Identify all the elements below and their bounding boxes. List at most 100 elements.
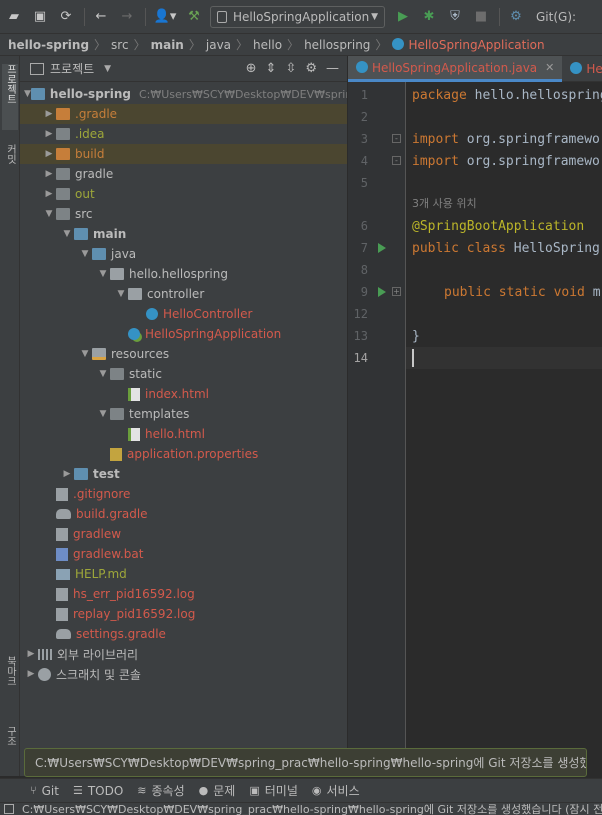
status-message[interactable]: C:₩Users₩SCY₩Desktop₩DEV₩spring_prac₩hel… bbox=[22, 803, 602, 815]
structure-tool-tab[interactable]: 구조 bbox=[2, 726, 18, 766]
fold-marker-icon[interactable]: - bbox=[392, 156, 401, 165]
close-icon[interactable]: ✕ bbox=[545, 61, 554, 74]
run-config-label: HelloSpringApplication bbox=[233, 9, 370, 24]
tree-item-package[interactable]: ▼ hello.hellospring bbox=[20, 264, 347, 284]
tree-item-build[interactable]: ▶ build bbox=[20, 144, 347, 164]
collapse-arrow-icon[interactable]: ▶ bbox=[42, 189, 56, 199]
tree-item-idea[interactable]: ▶ .idea bbox=[20, 124, 347, 144]
collapse-arrow-icon[interactable]: ▶ bbox=[24, 649, 38, 659]
debug-icon[interactable]: ✱ bbox=[419, 7, 439, 27]
collapse-arrow-icon[interactable]: ▶ bbox=[42, 109, 56, 119]
breadcrumb-item-main[interactable]: main bbox=[151, 38, 184, 52]
tree-item-gradlew[interactable]: gradlew bbox=[20, 524, 347, 544]
tree-item-resources[interactable]: ▼ resources bbox=[20, 344, 347, 364]
run-icon[interactable]: ▶ bbox=[393, 7, 413, 27]
expand-arrow-icon[interactable]: ▼ bbox=[78, 349, 92, 359]
fold-marker-icon[interactable]: - bbox=[392, 134, 401, 143]
tree-item-index-html[interactable]: index.html bbox=[20, 384, 347, 404]
tree-item-help-md[interactable]: HELP.md bbox=[20, 564, 347, 584]
locate-icon[interactable]: ⊕ bbox=[246, 61, 257, 76]
commit-tool-tab[interactable]: 커밋 bbox=[2, 144, 18, 184]
settings-gear-icon[interactable]: ⚙ bbox=[305, 61, 317, 76]
git-tool-button[interactable]: ⑂ Git bbox=[30, 784, 59, 798]
build-hammer-icon[interactable]: ⚒ bbox=[184, 7, 204, 27]
tree-item-application-properties[interactable]: application.properties bbox=[20, 444, 347, 464]
problems-tool-button[interactable]: ● 문제 bbox=[199, 782, 236, 799]
user-dropdown-icon[interactable]: 👤▾ bbox=[152, 7, 178, 27]
forward-icon[interactable]: → bbox=[117, 7, 137, 27]
vcs-update-icon[interactable]: ⚙ bbox=[506, 7, 526, 27]
tree-item-hs-err-log[interactable]: hs_err_pid16592.log bbox=[20, 584, 347, 604]
expand-arrow-icon[interactable]: ▼ bbox=[96, 269, 110, 279]
editor-tab-hello-controller[interactable]: Hello bbox=[562, 56, 602, 82]
bookmarks-tool-tab[interactable]: 북마크 bbox=[2, 656, 18, 714]
breadcrumb-item-src[interactable]: src bbox=[111, 38, 129, 52]
collapse-arrow-icon[interactable]: ▶ bbox=[60, 469, 74, 479]
tree-item-gradle[interactable]: ▶ gradle bbox=[20, 164, 347, 184]
services-tool-button[interactable]: ◉ 서비스 bbox=[312, 782, 360, 799]
open-folder-icon[interactable]: ▰ bbox=[4, 7, 24, 27]
tree-item-gradle-cache[interactable]: ▶ .gradle bbox=[20, 104, 347, 124]
tree-item-gitignore[interactable]: .gitignore bbox=[20, 484, 347, 504]
breadcrumb-item-hello-spring[interactable]: hello-spring bbox=[8, 38, 89, 52]
project-tool-tab[interactable]: 프로젝트 bbox=[2, 64, 18, 130]
tree-item-external-libraries[interactable]: ▶ 외부 라이브러리 bbox=[20, 644, 347, 664]
collapse-arrow-icon[interactable]: ▶ bbox=[42, 169, 56, 179]
tree-item-main[interactable]: ▼ main bbox=[20, 224, 347, 244]
tree-item-scratches[interactable]: ▶ 스크래치 및 콘솔 bbox=[20, 664, 347, 684]
usage-inlay-hint[interactable]: 3개 사용 위치 bbox=[412, 192, 477, 214]
expand-arrow-icon[interactable]: ▼ bbox=[114, 289, 128, 299]
collapse-arrow-icon[interactable]: ▶ bbox=[24, 669, 38, 679]
project-panel-title[interactable]: 프로젝트 bbox=[50, 60, 94, 77]
terminal-tool-button[interactable]: ▣ 터미널 bbox=[249, 782, 298, 799]
collapse-all-icon[interactable]: ⇳ bbox=[285, 61, 296, 76]
expand-arrow-icon[interactable]: ▼ bbox=[96, 369, 110, 379]
sync-icon[interactable]: ⟳ bbox=[56, 7, 76, 27]
collapse-arrow-icon[interactable]: ▶ bbox=[42, 129, 56, 139]
tree-item-hello-controller[interactable]: HelloController bbox=[20, 304, 347, 324]
back-icon[interactable]: ← bbox=[91, 7, 111, 27]
chevron-down-icon[interactable]: ▼ bbox=[104, 64, 111, 74]
run-gutter-icon[interactable] bbox=[378, 287, 386, 297]
tree-item-replay-log[interactable]: replay_pid16592.log bbox=[20, 604, 347, 624]
tree-item-static[interactable]: ▼ static bbox=[20, 364, 347, 384]
expand-arrow-icon[interactable]: ▼ bbox=[60, 229, 74, 239]
expand-all-icon[interactable]: ⇕ bbox=[266, 61, 277, 76]
run-gutter-icon[interactable] bbox=[378, 243, 386, 253]
dependencies-tool-button[interactable]: ≋ 종속성 bbox=[137, 782, 184, 799]
tree-item-templates[interactable]: ▼ templates bbox=[20, 404, 347, 424]
expand-arrow-icon[interactable]: ▼ bbox=[24, 89, 31, 99]
editor-tab-hello-spring-application[interactable]: HelloSpringApplication.java ✕ bbox=[348, 56, 563, 82]
tree-item-controller[interactable]: ▼ controller bbox=[20, 284, 347, 304]
expand-arrow-icon[interactable]: ▼ bbox=[96, 409, 110, 419]
fold-marker-icon[interactable]: + bbox=[392, 287, 401, 296]
tree-item-out[interactable]: ▶ out bbox=[20, 184, 347, 204]
tree-item-hello-spring[interactable]: ▼ hello-spring C:₩Users₩SCY₩Desktop₩DEV₩sp… bbox=[20, 84, 347, 104]
save-icon[interactable]: ▣ bbox=[30, 7, 50, 27]
todo-tool-button[interactable]: ☰ TODO bbox=[73, 784, 123, 798]
breadcrumb-item-hellospring[interactable]: hellospring bbox=[304, 38, 370, 52]
breadcrumb-item-hello[interactable]: hello bbox=[253, 38, 282, 52]
folder-icon bbox=[56, 208, 70, 220]
git-notification-toast[interactable]: C:₩Users₩SCY₩Desktop₩DEV₩spring_prac₩hel… bbox=[24, 748, 587, 777]
tree-item-gradlew-bat[interactable]: gradlew.bat bbox=[20, 544, 347, 564]
collapse-arrow-icon[interactable]: ▶ bbox=[42, 149, 56, 159]
tree-item-hello-spring-application[interactable]: HelloSpringApplication bbox=[20, 324, 347, 344]
stop-icon[interactable]: ■ bbox=[471, 7, 491, 27]
status-toggle-icon[interactable] bbox=[4, 804, 14, 814]
tree-item-hello-html[interactable]: hello.html bbox=[20, 424, 347, 444]
breadcrumb-item-java[interactable]: java bbox=[206, 38, 231, 52]
tree-item-label: HelloSpringApplication bbox=[145, 327, 282, 341]
hide-icon[interactable]: — bbox=[326, 61, 339, 76]
tree-item-java[interactable]: ▼ java bbox=[20, 244, 347, 264]
editor-tabs: HelloSpringApplication.java ✕ Hello bbox=[348, 56, 602, 82]
expand-arrow-icon[interactable]: ▼ bbox=[78, 249, 92, 259]
coverage-icon[interactable]: ⛨ bbox=[445, 7, 465, 27]
tree-item-settings-gradle[interactable]: settings.gradle bbox=[20, 624, 347, 644]
breadcrumb-item-class[interactable]: HelloSpringApplication bbox=[408, 38, 544, 52]
run-configuration-select[interactable]: HelloSpringApplication ▼ bbox=[210, 5, 385, 28]
tree-item-test[interactable]: ▶ test bbox=[20, 464, 347, 484]
tree-item-src[interactable]: ▼ src bbox=[20, 204, 347, 224]
tree-item-build-gradle[interactable]: build.gradle bbox=[20, 504, 347, 524]
expand-arrow-icon[interactable]: ▼ bbox=[42, 209, 56, 219]
